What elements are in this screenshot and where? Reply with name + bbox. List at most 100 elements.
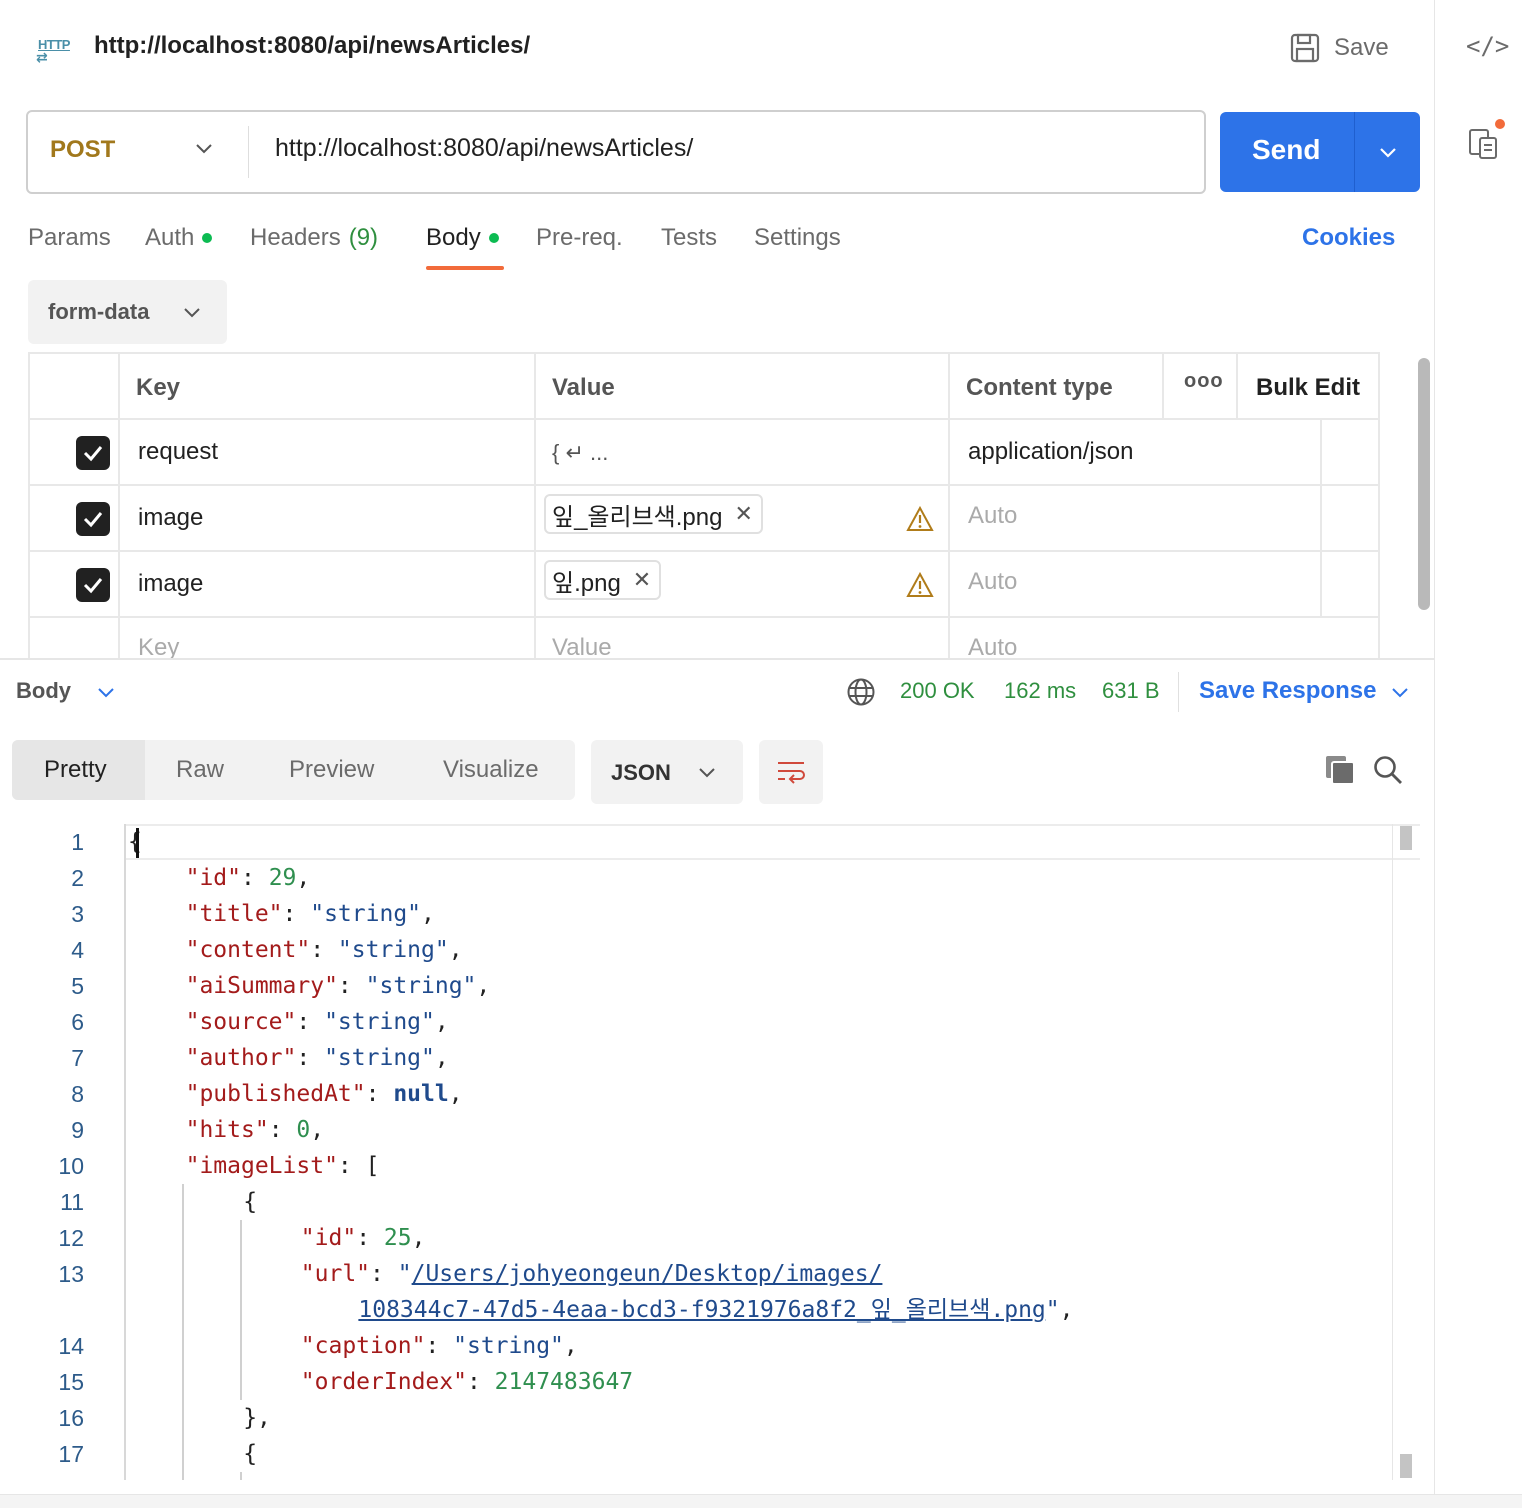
line-number: 2 [71,865,84,891]
row-enabled-checkbox[interactable] [76,502,110,536]
row-enabled-checkbox[interactable] [76,568,110,602]
chevron-down-icon[interactable] [1376,140,1400,164]
code-line: "hits": 0, [185,1117,325,1143]
code-line: "aiSummary": "string", [185,973,491,999]
row-key[interactable]: request [138,438,218,466]
line-number: 11 [60,1189,84,1215]
tab-preview[interactable]: Preview [289,756,374,784]
tab-settings[interactable]: Settings [754,224,841,252]
indent-guide [240,1472,242,1480]
response-code-editor[interactable]: 1 2 3 4 5 6 7 8 9 10 11 12 13 14 15 16 1… [0,824,1420,1480]
tab-auth[interactable]: Auth [145,224,213,252]
file-chip[interactable]: 잎_올리브색.png ✕ [544,494,763,534]
row-content-type[interactable]: application/json [968,438,1133,466]
line-number: 3 [71,901,84,927]
editor-scrollbar-marker [1400,1454,1412,1478]
row-key[interactable]: image [138,504,203,532]
code-icon[interactable]: </> [1466,32,1509,60]
tab-pretty[interactable]: Pretty [44,756,107,784]
row-value[interactable]: { ↵ ... [552,440,608,466]
close-icon[interactable]: ✕ [734,501,752,527]
status-code[interactable]: 200 OK [900,678,975,704]
new-value-input[interactable]: Value [552,634,612,658]
format-select[interactable]: JSON [591,740,743,804]
response-section-select[interactable]: Body [16,678,71,704]
chevron-down-icon [184,308,200,318]
code-line: 108344c7-47d5-4eaa-bcd3-f9321976a8f2_잎_올… [358,1297,1074,1323]
row-content-type[interactable]: Auto [968,568,1017,596]
indent-guide [182,1184,184,1480]
check-icon [83,578,103,594]
wrap-lines-icon [778,762,805,784]
line-number: 10 [58,1153,84,1179]
floppy-save-icon [1290,33,1320,63]
tab-headers[interactable]: Headers (9) [250,224,378,252]
text-cursor [136,828,139,858]
line-number: 8 [71,1081,84,1107]
editor-scrollbar-thumb[interactable] [1400,826,1412,850]
active-tab-underline [426,266,504,270]
cookies-link[interactable]: Cookies [1302,224,1395,252]
save-button[interactable]: Save [1290,30,1389,66]
file-chip[interactable]: 잎.png ✕ [544,560,662,600]
save-response-button[interactable]: Save Response [1199,677,1376,705]
new-key-input[interactable]: Key [138,634,179,658]
table-scrollbar[interactable] [1418,358,1430,610]
line-number: 16 [58,1405,84,1431]
chevron-down-icon[interactable] [1388,680,1412,704]
editor-scrollbar-track[interactable] [1392,824,1393,1480]
response-time[interactable]: 162 ms [1004,678,1076,704]
line-number: 9 [71,1117,84,1143]
send-label: Send [1252,134,1321,165]
line-number: 6 [71,1009,84,1035]
row-key[interactable]: image [138,570,203,598]
tab-params[interactable]: Params [28,224,111,252]
code-line: "caption": "string", [300,1333,578,1359]
method-select[interactable]: POST [50,136,115,164]
format-label: JSON [611,760,671,785]
response-divider[interactable] [0,658,1434,660]
copy-icon[interactable] [1324,754,1356,786]
code-line: { [243,1441,258,1467]
search-icon[interactable] [1372,754,1404,786]
globe-icon[interactable] [846,677,876,707]
code-line: "id": 29, [185,865,311,891]
status-bar [0,1494,1522,1508]
chevron-down-icon[interactable] [94,680,118,704]
tab-tests[interactable]: Tests [661,224,717,252]
close-icon[interactable]: ✕ [633,567,651,593]
more-options-button[interactable]: ooo [1184,370,1224,393]
bulk-edit-button[interactable]: Bulk Edit [1256,374,1360,402]
document-icon[interactable] [1468,126,1500,160]
code-line: }, [243,1405,271,1431]
new-content-type[interactable]: Auto [968,634,1017,658]
chevron-down-icon[interactable] [192,136,216,160]
response-size[interactable]: 631 B [1102,678,1160,704]
indent-guide [240,1220,242,1400]
tab-visualize[interactable]: Visualize [443,756,539,784]
row-enabled-checkbox[interactable] [76,436,110,470]
body-mode-label: form-data [48,299,150,324]
url-input[interactable]: http://localhost:8080/api/newsArticles/ [275,134,693,163]
body-indicator-dot [488,233,499,243]
code-line: { [128,829,142,855]
column-header-content-type: Content type [966,374,1113,401]
request-title[interactable]: http://localhost:8080/api/newsArticles/ [94,32,530,60]
line-number: 5 [71,973,84,999]
code-line: "author": "string", [185,1045,449,1071]
tab-body[interactable]: Body [426,224,499,252]
code-line: "publishedAt": null, [185,1081,463,1107]
chevron-down-icon [699,768,715,778]
body-mode-select[interactable]: form-data [28,280,227,344]
tab-raw[interactable]: Raw [176,756,224,784]
divider [1178,672,1179,712]
notification-dot [1493,117,1507,131]
line-number: 15 [58,1369,84,1395]
tab-prereq[interactable]: Pre-req. [536,224,623,252]
row-content-type[interactable]: Auto [968,502,1017,530]
wrap-lines-button[interactable] [759,740,823,804]
code-line: "content": "string", [185,937,463,963]
send-button[interactable]: Send [1220,112,1420,192]
line-number: 14 [58,1333,84,1359]
warning-icon [906,506,934,531]
